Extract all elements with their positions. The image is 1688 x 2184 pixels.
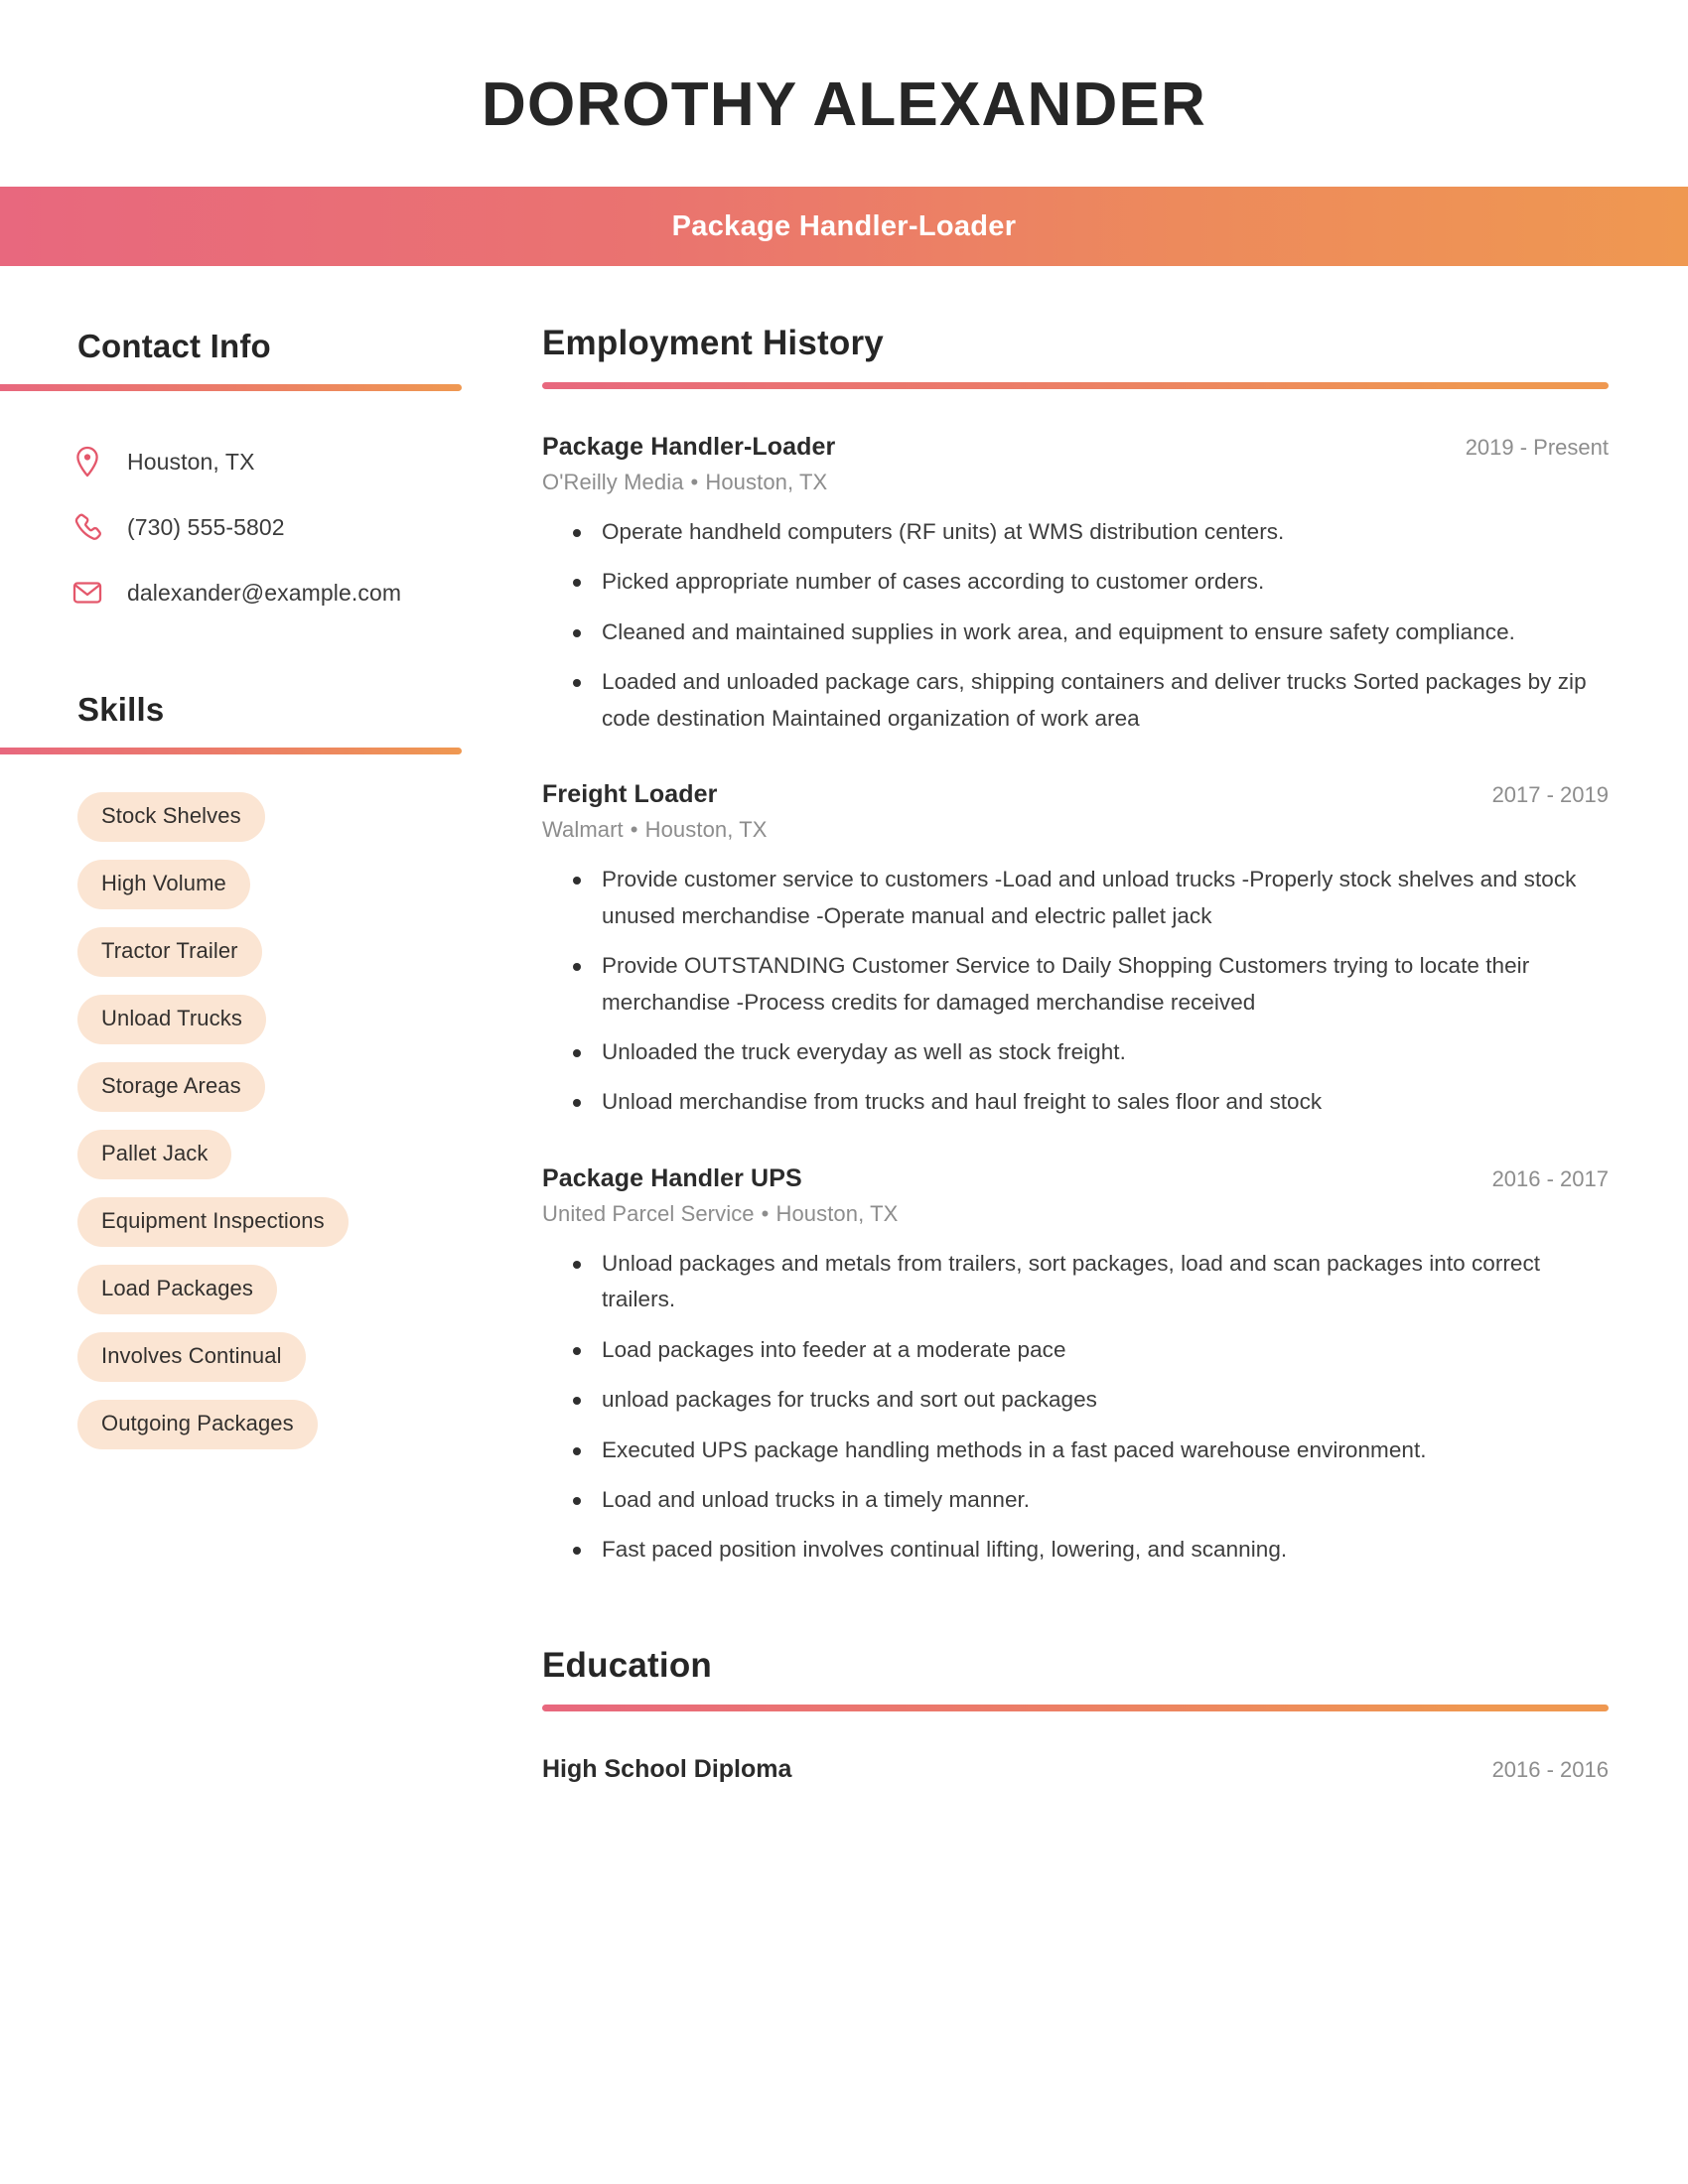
- skill-pill: Unload Trucks: [77, 995, 266, 1044]
- job-entry: Package Handler UPS 2016 - 2017 United Par…: [542, 1164, 1609, 1569]
- job-bullet: Unload merchandise from trucks and haul …: [570, 1084, 1609, 1120]
- contact-info-divider: [0, 384, 462, 391]
- job-location: Houston, TX: [775, 1200, 899, 1226]
- job-company-location: United Parcel Service • Houston, TX: [542, 1201, 1609, 1227]
- employment-history-divider: [542, 382, 1609, 389]
- job-bullet: Operate handheld computers (RF units) at…: [570, 514, 1609, 550]
- envelope-icon: [66, 580, 109, 606]
- sidebar: Contact Info Houston, TX (730) 555-5802 …: [0, 266, 542, 1467]
- skill-pill: Storage Areas: [77, 1062, 265, 1112]
- job-bullet: unload packages for trucks and sort out …: [570, 1382, 1609, 1418]
- education-section: Education High School Diploma 2016 - 2016: [542, 1646, 1609, 1784]
- bullet-separator-icon: •: [761, 1200, 770, 1226]
- contact-value-email: dalexander@example.com: [127, 579, 402, 606]
- job-dates: 2017 - 2019: [1491, 782, 1609, 808]
- job-location: Houston, TX: [705, 470, 828, 494]
- job-bullet: Unloaded the truck everyday as well as s…: [570, 1034, 1609, 1070]
- job-bullet: Load packages into feeder at a moderate …: [570, 1332, 1609, 1368]
- job-dates: 2019 - Present: [1465, 435, 1609, 460]
- job-location: Houston, TX: [644, 817, 768, 843]
- skills-divider: [0, 748, 462, 754]
- job-bullet: Fast paced position involves continual l…: [570, 1532, 1609, 1568]
- employment-history-section: Employment History Package Handler-Loade…: [542, 324, 1609, 1569]
- skill-pill: Load Packages: [77, 1265, 277, 1314]
- contact-row-location[interactable]: Houston, TX: [76, 429, 542, 494]
- job-company: Walmart: [542, 817, 624, 843]
- contact-info-section: Contact Info Houston, TX (730) 555-5802 …: [0, 328, 542, 625]
- skill-pill: Stock Shelves: [77, 792, 265, 842]
- candidate-name: DOROTHY ALEXANDER: [481, 69, 1206, 139]
- education-entry: High School Diploma 2016 - 2016: [542, 1755, 1609, 1784]
- skills-list: Stock Shelves High Volume Tractor Trailer U…: [77, 792, 542, 1467]
- resume-header: DOROTHY ALEXANDER: [0, 0, 1688, 187]
- job-title: Package Handler-Loader: [542, 433, 836, 461]
- map-pin-icon: [66, 446, 109, 478]
- job-title: Package Handler UPS: [542, 1163, 802, 1192]
- education-divider: [542, 1704, 1609, 1711]
- resume-body: Contact Info Houston, TX (730) 555-5802 …: [0, 266, 1688, 1784]
- job-bullets: Unload packages and metals from trailers…: [570, 1246, 1609, 1569]
- job-bullets: Operate handheld computers (RF units) at…: [570, 514, 1609, 737]
- job-header: Freight Loader 2017 - 2019: [542, 780, 1609, 809]
- job-entry: Package Handler-Loader 2019 - Present O'Re…: [542, 433, 1609, 737]
- phone-icon: [66, 512, 109, 542]
- job-header: Package Handler UPS 2016 - 2017: [542, 1164, 1609, 1193]
- skills-section: Skills Stock Shelves High Volume Tractor T…: [0, 691, 542, 1467]
- skills-heading: Skills: [77, 691, 165, 728]
- contact-value-phone: (730) 555-5802: [127, 513, 285, 540]
- contact-value-location: Houston, TX: [127, 448, 255, 475]
- job-entry: Freight Loader 2017 - 2019 Walmart • Houston…: [542, 780, 1609, 1121]
- main-column: Employment History Package Handler-Loade…: [542, 266, 1688, 1784]
- contact-info-list: Houston, TX (730) 555-5802 dalexander@ex…: [72, 429, 542, 625]
- job-title-banner-text: Package Handler-Loader: [671, 209, 1017, 242]
- education-list: High School Diploma 2016 - 2016: [542, 1755, 1609, 1784]
- education-title: High School Diploma: [542, 1754, 792, 1783]
- skill-pill: High Volume: [77, 860, 250, 909]
- job-bullet: Provide customer service to customers -L…: [570, 862, 1609, 934]
- job-company: United Parcel Service: [542, 1200, 755, 1226]
- job-spacer: [542, 751, 1609, 780]
- skill-pill: Outgoing Packages: [77, 1400, 318, 1449]
- job-list: Package Handler-Loader 2019 - Present O'Re…: [542, 433, 1609, 1569]
- job-bullet: Unload packages and metals from trailers…: [570, 1246, 1609, 1318]
- job-bullets: Provide customer service to customers -L…: [570, 862, 1609, 1121]
- bullet-separator-icon: •: [690, 470, 699, 494]
- job-bullet: Cleaned and maintained supplies in work …: [570, 614, 1609, 650]
- contact-row-email[interactable]: dalexander@example.com: [72, 560, 542, 625]
- job-bullet: Load and unload trucks in a timely manne…: [570, 1482, 1609, 1518]
- employment-history-heading: Employment History: [542, 324, 884, 362]
- job-title: Freight Loader: [542, 780, 718, 809]
- job-spacer: [542, 1135, 1609, 1164]
- job-bullet: Loaded and unloaded package cars, shippi…: [570, 664, 1609, 737]
- skill-pill: Involves Continual: [77, 1332, 306, 1382]
- education-heading: Education: [542, 1645, 712, 1685]
- skill-pill: Equipment Inspections: [77, 1197, 349, 1247]
- job-bullet: Picked appropriate number of cases accor…: [570, 564, 1609, 600]
- job-bullet: Provide OUTSTANDING Customer Service to …: [570, 948, 1609, 1021]
- skill-pill: Pallet Jack: [77, 1130, 232, 1179]
- job-company-location: Walmart • Houston, TX: [542, 817, 1609, 843]
- contact-info-heading: Contact Info: [77, 328, 271, 364]
- job-company: O'Reilly Media: [542, 470, 684, 494]
- education-dates: 2016 - 2016: [1491, 1756, 1609, 1782]
- job-dates: 2016 - 2017: [1491, 1165, 1609, 1191]
- contact-row-phone[interactable]: (730) 555-5802: [74, 494, 542, 560]
- bullet-separator-icon: •: [630, 817, 638, 843]
- skill-pill: Tractor Trailer: [77, 927, 262, 977]
- job-title-banner: Package Handler-Loader: [0, 187, 1688, 266]
- job-header: Package Handler-Loader 2019 - Present: [542, 433, 1609, 462]
- job-bullet: Executed UPS package handling methods in…: [570, 1433, 1609, 1468]
- job-company-location: O'Reilly Media • Houston, TX: [542, 470, 1609, 495]
- resume-page: DOROTHY ALEXANDER Package Handler-Loader…: [0, 0, 1688, 2184]
